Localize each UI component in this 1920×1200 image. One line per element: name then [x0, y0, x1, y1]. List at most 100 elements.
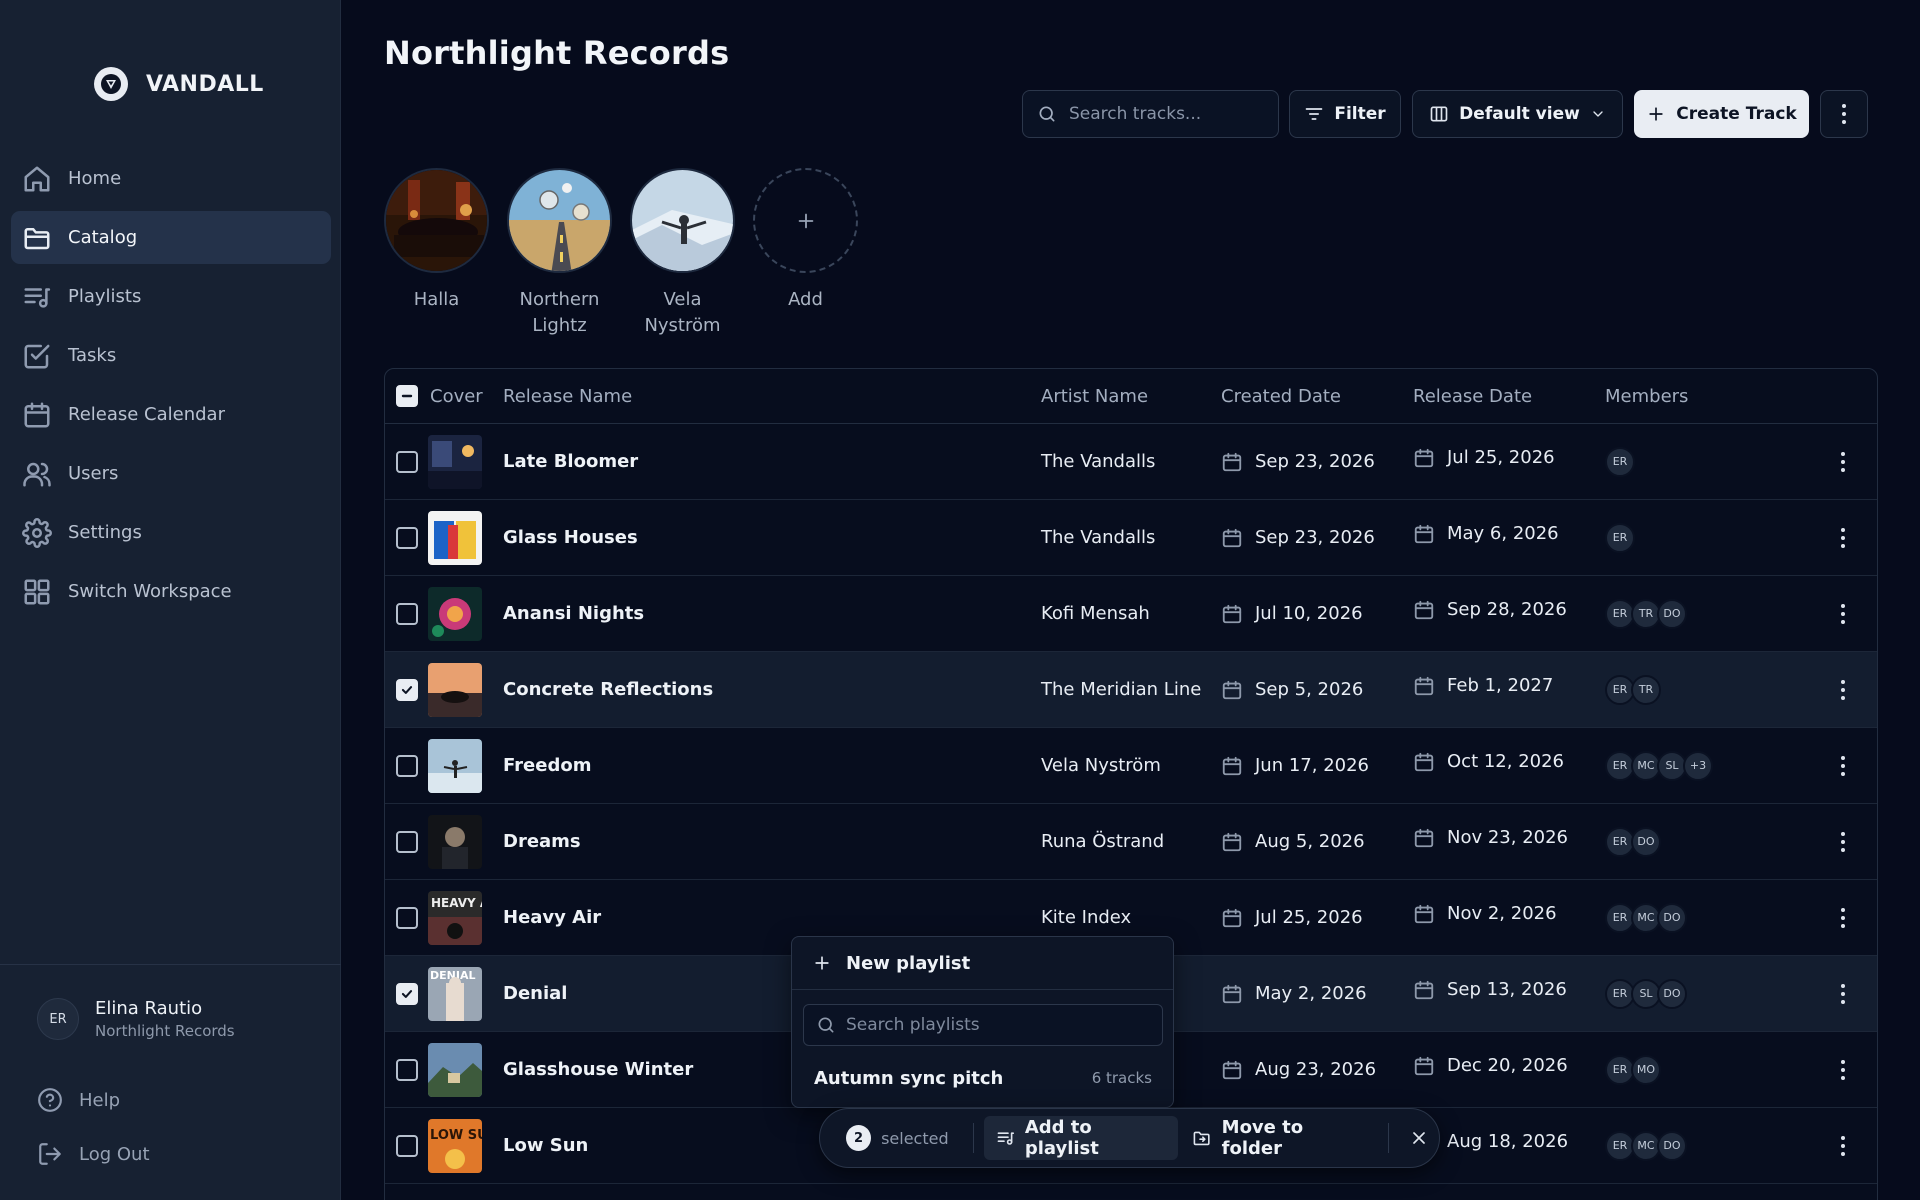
- artist-card[interactable]: Vela Nyström: [630, 168, 735, 339]
- sidebar-item-playlists[interactable]: Playlists: [11, 270, 331, 323]
- move-to-folder-label: Move to folder: [1221, 1117, 1304, 1159]
- sidebar-item-home[interactable]: Home: [11, 152, 331, 205]
- sidebar-item-label: Release Calendar: [68, 404, 225, 425]
- playlist-search-input[interactable]: [846, 1015, 1146, 1035]
- table-row[interactable]: Dreams Runa Östrand Aug 5, 2026 Nov 23, …: [385, 804, 1877, 880]
- release-name[interactable]: Concrete Reflections: [503, 652, 713, 727]
- calendar-icon: [1414, 448, 1434, 467]
- row-more-button[interactable]: [1841, 1108, 1845, 1183]
- playlist-option[interactable]: Autumn sync pitch 6 tracks: [803, 1057, 1163, 1099]
- row-checkbox[interactable]: [396, 754, 418, 777]
- table-row[interactable]: Concrete Reflections The Meridian Line S…: [385, 652, 1877, 728]
- release-name[interactable]: Anansi Nights: [503, 576, 644, 651]
- release-date: Dec 20, 2026: [1413, 1028, 1568, 1103]
- created-date: Jul 25, 2026: [1221, 880, 1363, 955]
- add-artist-button[interactable]: Add: [753, 168, 858, 339]
- release-name[interactable]: Dreams: [503, 804, 581, 879]
- release-name[interactable]: Late Bloomer: [503, 424, 638, 499]
- row-more-button[interactable]: [1841, 652, 1845, 727]
- release-name[interactable]: Heavy Air: [503, 880, 601, 955]
- divider: [1388, 1123, 1390, 1153]
- move-to-folder-button[interactable]: Move to folder: [1180, 1116, 1376, 1160]
- calendar-icon: [1414, 828, 1434, 847]
- members-avatars: ER MC DO: [1605, 902, 1687, 933]
- create-track-button[interactable]: Create Track: [1634, 90, 1809, 138]
- table-row[interactable]: Glass Houses The Vandalls Sep 23, 2026 M…: [385, 500, 1877, 576]
- gear-icon: [22, 517, 52, 548]
- release-date-text: Nov 2, 2026: [1447, 903, 1557, 924]
- column-header-cover[interactable]: Cover: [430, 369, 483, 423]
- row-more-button[interactable]: [1841, 804, 1845, 879]
- sidebar-item-tasks[interactable]: Tasks: [11, 329, 331, 382]
- vandall-logo-icon: [94, 67, 128, 101]
- row-checkbox[interactable]: [396, 602, 418, 625]
- sidebar-item-settings[interactable]: Settings: [11, 506, 331, 559]
- sidebar-item-catalog[interactable]: Catalog: [11, 211, 331, 264]
- row-more-button[interactable]: [1841, 956, 1845, 1031]
- sidebar-item-release-calendar[interactable]: Release Calendar: [11, 388, 331, 441]
- row-checkbox[interactable]: [396, 450, 418, 473]
- created-date-text: Aug 5, 2026: [1255, 831, 1365, 852]
- artist-avatar: [384, 168, 489, 273]
- sidebar-item-switch-workspace[interactable]: Switch Workspace: [11, 565, 331, 618]
- column-header-release-name[interactable]: Release Name: [503, 369, 632, 423]
- artist-card[interactable]: Northern Lightz: [507, 168, 612, 339]
- new-playlist-item[interactable]: New playlist: [792, 937, 1173, 990]
- sidebar-item-users[interactable]: Users: [11, 447, 331, 500]
- release-name[interactable]: Denial: [503, 956, 567, 1031]
- view-select[interactable]: Default view: [1412, 90, 1623, 138]
- logout-link[interactable]: Log Out: [37, 1141, 150, 1167]
- row-checkbox[interactable]: [396, 678, 418, 701]
- release-date: Feb 1, 2027: [1413, 648, 1553, 723]
- table-row[interactable]: Late Bloomer The Vandalls Sep 23, 2026 J…: [385, 424, 1877, 500]
- release-name[interactable]: Freedom: [503, 728, 591, 803]
- search-input[interactable]: [1069, 104, 1269, 124]
- sidebar-item-label: Playlists: [68, 286, 142, 307]
- sidebar-divider: [0, 964, 341, 965]
- row-more-button[interactable]: [1841, 500, 1845, 575]
- release-name[interactable]: Glass Houses: [503, 500, 638, 575]
- playlist-search-box[interactable]: [803, 1004, 1163, 1046]
- chevron-down-icon: [1593, 111, 1603, 117]
- row-checkbox[interactable]: [396, 982, 418, 1005]
- row-more-button[interactable]: [1841, 424, 1845, 499]
- brand[interactable]: VANDALL: [94, 67, 264, 101]
- release-date: May 6, 2026: [1413, 496, 1559, 571]
- row-more-button[interactable]: [1841, 880, 1845, 955]
- filter-button[interactable]: Filter: [1289, 90, 1401, 138]
- row-checkbox[interactable]: [396, 1134, 418, 1157]
- release-name[interactable]: Glasshouse Winter: [503, 1032, 693, 1107]
- artist-name: The Vandalls: [1041, 527, 1156, 548]
- help-link[interactable]: Help: [37, 1087, 120, 1113]
- row-checkbox[interactable]: [396, 1058, 418, 1081]
- column-header-release-date[interactable]: Release Date: [1413, 369, 1532, 423]
- column-header-artist-name[interactable]: Artist Name: [1041, 369, 1148, 423]
- column-header-members[interactable]: Members: [1605, 369, 1688, 423]
- artist-card[interactable]: Halla: [384, 168, 489, 339]
- artist-name: Northern Lightz: [519, 289, 600, 336]
- created-date-text: Sep 23, 2026: [1255, 451, 1375, 472]
- table-row[interactable]: Freedom Vela Nyström Jun 17, 2026 Oct 12…: [385, 728, 1877, 804]
- cover-image: [428, 1042, 482, 1097]
- playlist-add-icon: [997, 1132, 1014, 1145]
- row-checkbox[interactable]: [396, 906, 418, 929]
- row-more-button[interactable]: [1841, 1032, 1845, 1107]
- release-name[interactable]: Low Sun: [503, 1108, 588, 1183]
- add-to-playlist-button[interactable]: Add to playlist: [983, 1116, 1179, 1160]
- user-profile[interactable]: ER Elina Rautio Northlight Records: [37, 998, 235, 1040]
- more-vertical-icon: [1841, 907, 1845, 928]
- column-header-created-date[interactable]: Created Date: [1221, 369, 1341, 423]
- search-box[interactable]: [1022, 90, 1279, 138]
- clear-selection-button[interactable]: [1399, 1116, 1439, 1160]
- more-options-button[interactable]: [1820, 90, 1868, 138]
- row-checkbox[interactable]: [396, 526, 418, 549]
- indeterminate-checkbox[interactable]: [396, 385, 418, 407]
- members-avatars: ER TR: [1605, 674, 1661, 705]
- row-more-button[interactable]: [1841, 728, 1845, 803]
- row-checkbox[interactable]: [396, 830, 418, 853]
- row-more-button[interactable]: [1841, 576, 1845, 651]
- select-all-checkbox[interactable]: [396, 369, 418, 423]
- cover-image: [428, 738, 482, 793]
- more-vertical-icon: [1841, 603, 1845, 624]
- table-row[interactable]: Anansi Nights Kofi Mensah Jul 10, 2026 S…: [385, 576, 1877, 652]
